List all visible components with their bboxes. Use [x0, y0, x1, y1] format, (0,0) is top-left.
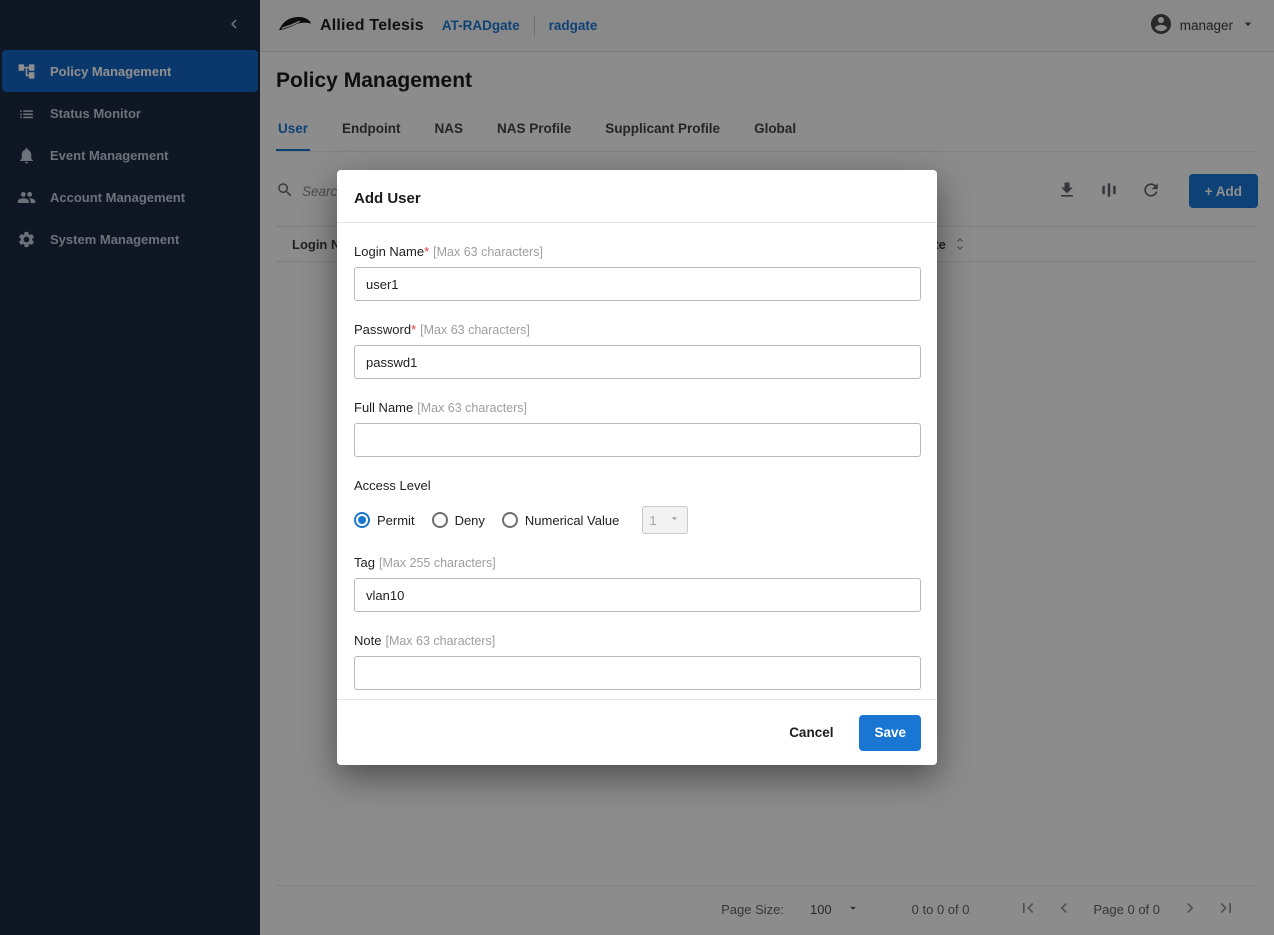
modal-title: Add User	[354, 190, 920, 207]
tag-field: Tag[Max 255 characters]	[354, 555, 921, 612]
login-name-input[interactable]	[354, 267, 921, 301]
login-name-label: Login Name*[Max 63 characters]	[354, 244, 921, 259]
radio-label: Numerical Value	[525, 513, 619, 528]
modal-header: Add User	[337, 170, 937, 223]
full-name-label: Full Name[Max 63 characters]	[354, 400, 921, 415]
tag-label: Tag[Max 255 characters]	[354, 555, 921, 570]
field-hint: [Max 63 characters]	[417, 401, 527, 415]
password-field: Password*[Max 63 characters]	[354, 322, 921, 379]
radio-label: Permit	[377, 513, 415, 528]
cancel-button[interactable]: Cancel	[773, 715, 849, 750]
field-hint: [Max 63 characters]	[433, 245, 543, 259]
radio-unselected-icon	[502, 512, 518, 528]
full-name-input[interactable]	[354, 423, 921, 457]
deny-radio[interactable]: Deny	[432, 512, 485, 528]
password-input[interactable]	[354, 345, 921, 379]
radio-unselected-icon	[432, 512, 448, 528]
save-button[interactable]: Save	[859, 715, 921, 751]
access-level-field: Access Level Permit Deny Numerical Value…	[354, 478, 921, 534]
field-hint: [Max 255 characters]	[379, 556, 496, 570]
field-hint: [Max 63 characters]	[385, 634, 495, 648]
numerical-value-radio[interactable]: Numerical Value	[502, 512, 619, 528]
radio-selected-icon	[354, 512, 370, 528]
permit-radio[interactable]: Permit	[354, 512, 415, 528]
add-user-dialog: Add User Login Name*[Max 63 characters] …	[337, 170, 937, 765]
numerical-value-selected: 1	[649, 513, 656, 528]
required-asterisk: *	[424, 244, 429, 259]
password-label: Password*[Max 63 characters]	[354, 322, 921, 337]
note-label: Note[Max 63 characters]	[354, 633, 921, 648]
caret-down-icon	[668, 512, 681, 528]
full-name-field: Full Name[Max 63 characters]	[354, 400, 921, 457]
field-hint: [Max 63 characters]	[420, 323, 530, 337]
modal-footer: Cancel Save	[337, 699, 937, 765]
numerical-value-select: 1	[642, 506, 688, 534]
note-input[interactable]	[354, 656, 921, 690]
note-field: Note[Max 63 characters]	[354, 633, 921, 690]
login-name-field: Login Name*[Max 63 characters]	[354, 244, 921, 301]
modal-body: Login Name*[Max 63 characters] Password*…	[337, 223, 937, 690]
required-asterisk: *	[411, 322, 416, 337]
access-level-label: Access Level	[354, 478, 921, 493]
tag-input[interactable]	[354, 578, 921, 612]
access-level-radio-group: Permit Deny Numerical Value 1	[354, 506, 921, 534]
radio-label: Deny	[455, 513, 485, 528]
